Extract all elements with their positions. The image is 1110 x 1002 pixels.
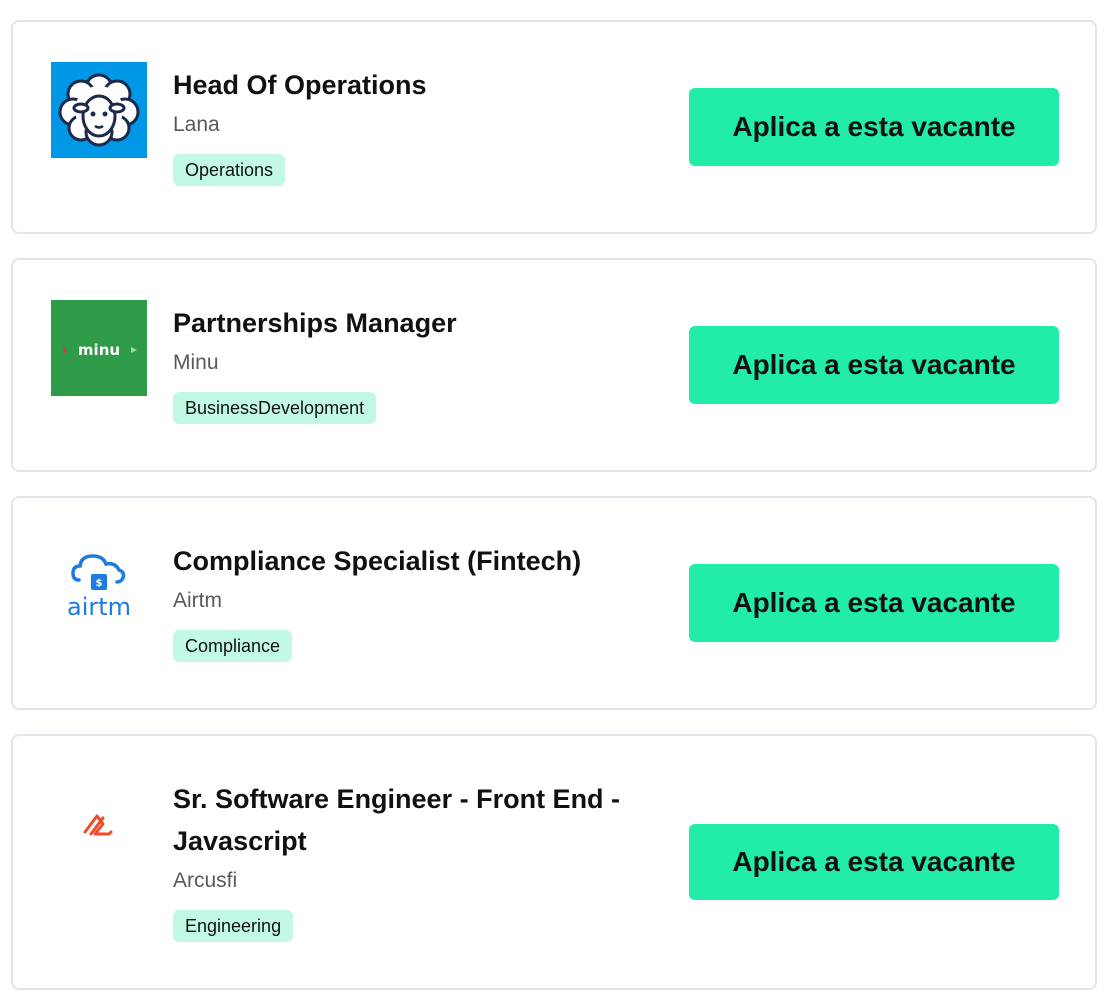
job-title[interactable]: Partnerships Manager	[173, 302, 653, 344]
category-tag: Compliance	[173, 630, 293, 662]
svg-text:$: $	[96, 578, 103, 589]
svg-text:airtm: airtm	[67, 593, 131, 621]
job-title[interactable]: Head Of Operations	[173, 64, 653, 106]
company-name: Lana	[173, 113, 220, 136]
category-tag: Operations	[173, 154, 286, 186]
company-name: Airtm	[173, 589, 222, 612]
arcus-logo	[51, 776, 147, 872]
apply-button[interactable]: Aplica a esta vacante	[689, 88, 1059, 166]
apply-button[interactable]: Aplica a esta vacante	[689, 326, 1059, 404]
apply-button[interactable]: Aplica a esta vacante	[689, 564, 1059, 642]
company-name: Arcusfi	[173, 869, 238, 892]
job-card[interactable]: minu Partnerships Manager Minu BusinessD…	[11, 258, 1097, 472]
job-title[interactable]: Sr. Software Engineer - Front End - Java…	[173, 778, 653, 862]
category-tag: Engineering	[173, 910, 294, 942]
job-card[interactable]: Sr. Software Engineer - Front End - Java…	[11, 734, 1097, 990]
category-tag: BusinessDevelopment	[173, 392, 377, 424]
job-card[interactable]: $ airtm Compliance Specialist (Fintech) …	[11, 496, 1097, 710]
sheep-icon	[51, 62, 147, 158]
job-card[interactable]: Head Of Operations Lana Operations Aplic…	[11, 20, 1097, 234]
cloud-dollar-icon: $ airtm	[51, 538, 147, 634]
apply-button[interactable]: Aplica a esta vacante	[689, 824, 1059, 900]
job-title[interactable]: Compliance Specialist (Fintech)	[173, 540, 653, 582]
svg-text:minu: minu	[78, 341, 120, 359]
minu-logo: minu	[51, 300, 147, 396]
company-name: Minu	[173, 351, 219, 374]
